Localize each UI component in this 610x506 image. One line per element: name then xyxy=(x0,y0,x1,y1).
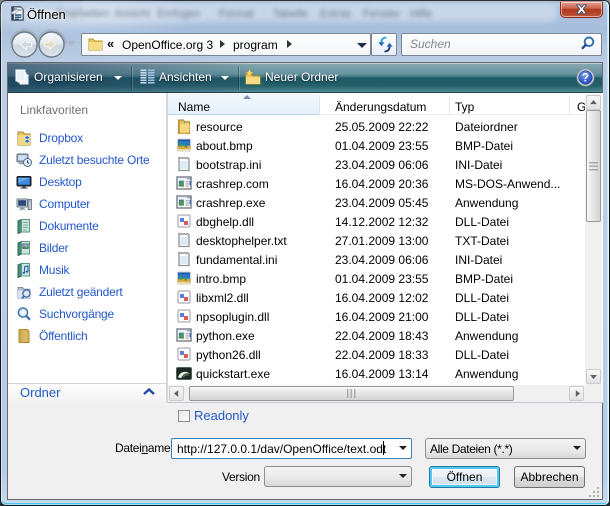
svg-text:?: ? xyxy=(582,73,589,85)
